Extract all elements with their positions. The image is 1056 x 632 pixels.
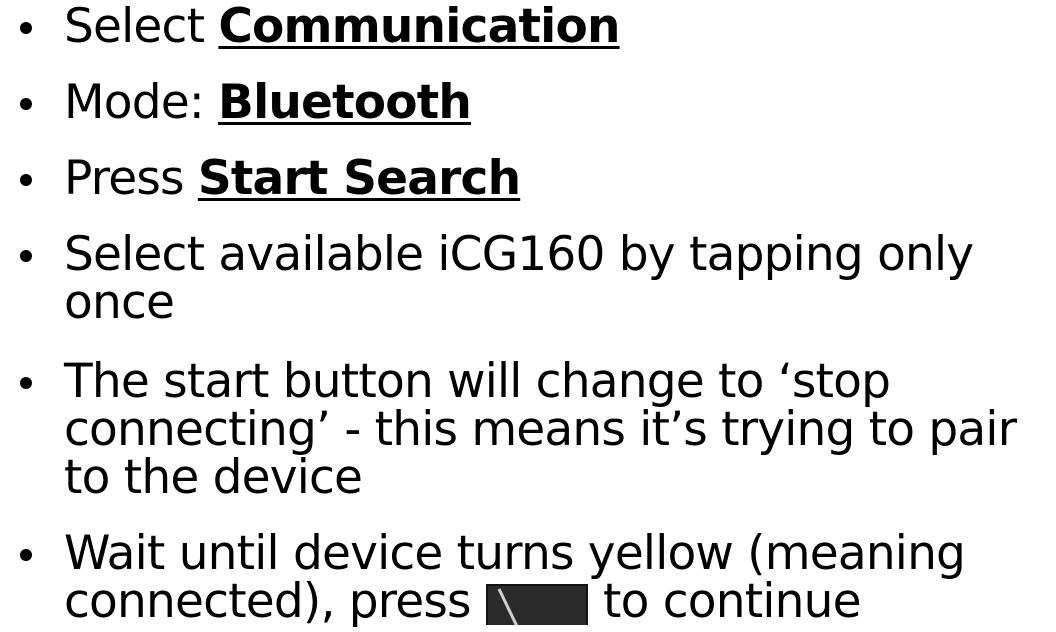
bullet-line-1: Wait until device turns yellow (meaning	[64, 526, 966, 581]
bullet-line-1: The start button will change to ‘stop	[64, 354, 891, 409]
bullet-prefix: Mode:	[64, 75, 219, 130]
bullet-icon	[20, 98, 32, 110]
instruction-slide: Select Communication Mode: Bluetooth Pre…	[0, 0, 1056, 632]
start-search-label: Start Search	[197, 151, 521, 206]
bullet-text: Mode: Bluetooth	[64, 79, 472, 126]
bullet-line-2: once	[64, 275, 175, 330]
bullet-icon	[20, 250, 32, 262]
bullet-icon	[20, 377, 32, 389]
continue-button-icon[interactable]	[485, 579, 589, 625]
bullet-line-2: connecting’ - this means it’s trying to …	[64, 402, 1017, 457]
bullet-line-1: Select available iCG160 by tapping only	[64, 227, 974, 282]
bullet-text: Press Start Search	[64, 155, 521, 202]
bullet-prefix: Select	[64, 0, 219, 54]
bullet-icon	[20, 549, 32, 561]
bullet-line-2-end: to continue	[588, 574, 862, 629]
bullet-text: Select Communication	[64, 3, 620, 50]
bluetooth-label: Bluetooth	[218, 75, 472, 130]
bullet-line-2: connected), press to continue	[64, 578, 862, 625]
bullet-icon	[20, 22, 32, 34]
bullet-line-2-start: connected), press	[64, 574, 485, 629]
bullet-line-3: to the device	[64, 450, 363, 505]
bullet-prefix: Press	[64, 151, 198, 206]
communication-label: Communication	[218, 0, 620, 54]
bullet-icon	[20, 174, 32, 186]
continue-button-graphic	[485, 584, 588, 625]
